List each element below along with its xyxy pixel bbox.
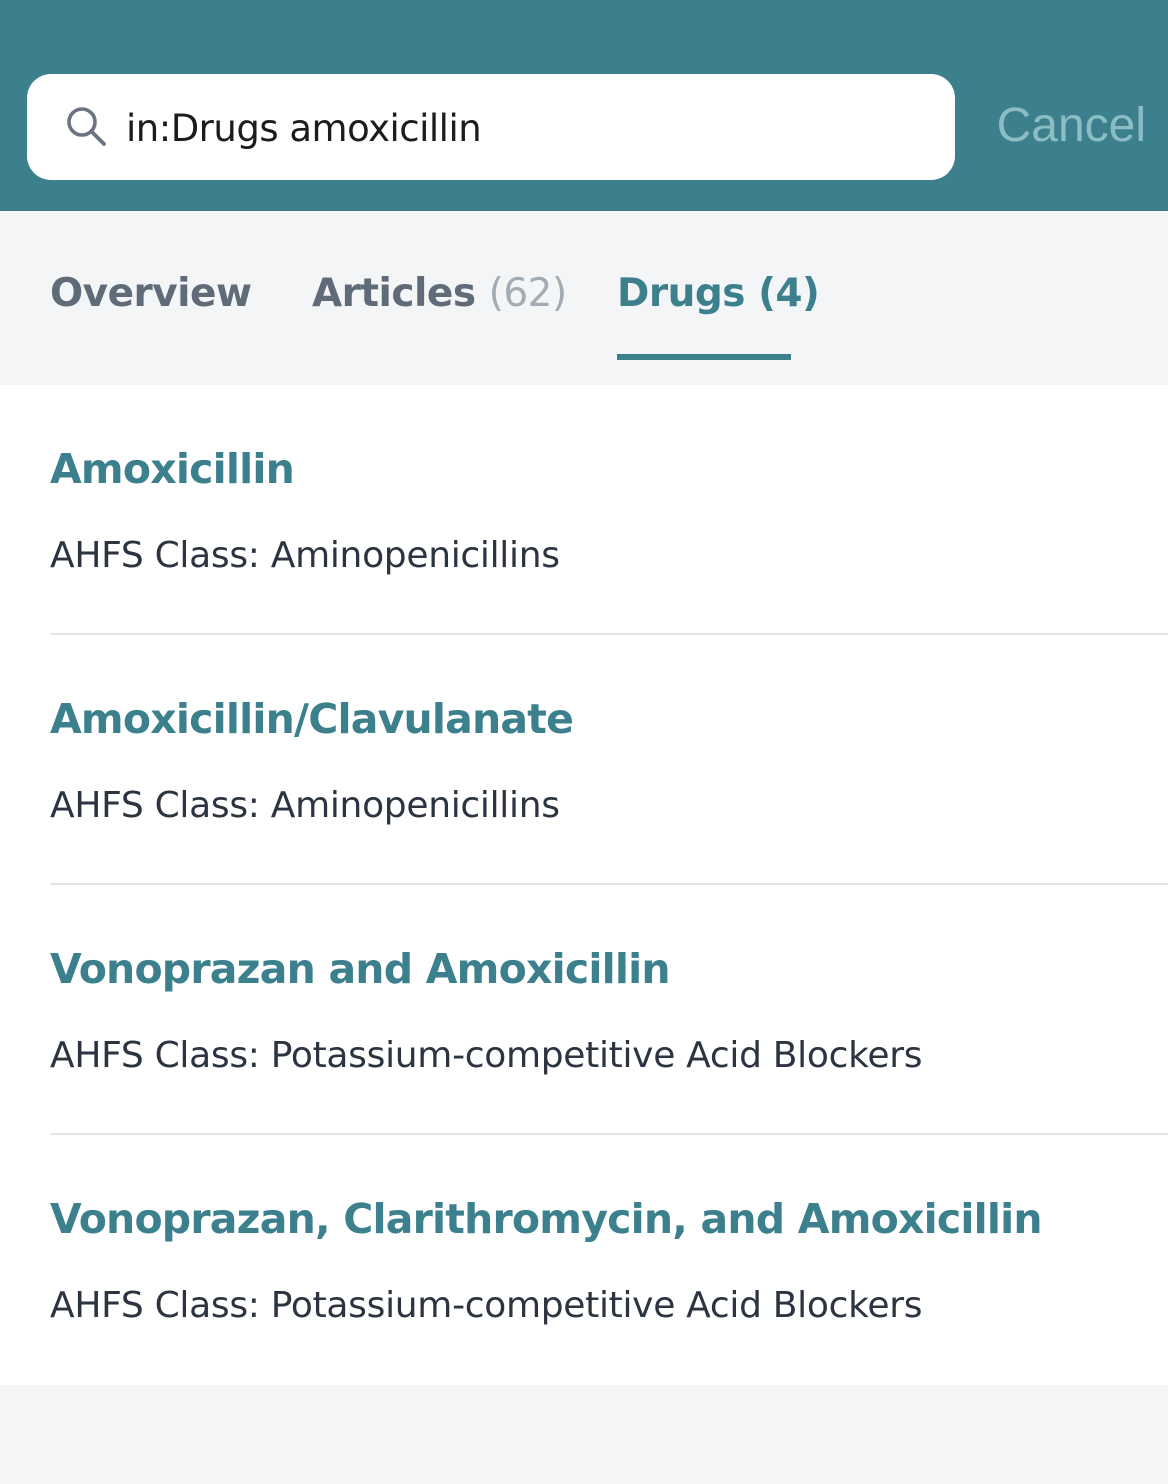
results-list: Amoxicillin AHFS Class: Aminopenicillins…: [0, 385, 1168, 1385]
cancel-button[interactable]: Cancel: [997, 94, 1146, 158]
list-item[interactable]: Vonoprazan, Clarithromycin, and Amoxicil…: [0, 1135, 1168, 1385]
tab-overview-label: Overview: [50, 271, 252, 316]
tab-drugs[interactable]: Drugs (4): [617, 266, 820, 322]
list-item[interactable]: Amoxicillin AHFS Class: Aminopenicillins: [0, 385, 1168, 635]
tab-articles-count: (62): [488, 271, 568, 316]
drug-title[interactable]: Vonoprazan and Amoxicillin: [50, 945, 671, 993]
drug-class: AHFS Class: Potassium-competitive Acid B…: [50, 1035, 923, 1076]
tab-drugs-count: (4): [758, 271, 820, 316]
drug-class: AHFS Class: Aminopenicillins: [50, 785, 560, 826]
search-icon: [67, 107, 106, 146]
drug-class: AHFS Class: Potassium-competitive Acid B…: [50, 1285, 923, 1326]
search-input[interactable]: [126, 98, 926, 158]
tab-drugs-label: Drugs: [617, 271, 746, 316]
drug-title[interactable]: Amoxicillin: [50, 445, 295, 493]
drug-class: AHFS Class: Aminopenicillins: [50, 535, 560, 576]
list-item[interactable]: Amoxicillin/Clavulanate AHFS Class: Amin…: [0, 635, 1168, 885]
tab-articles[interactable]: Articles (62): [312, 266, 567, 322]
list-item[interactable]: Vonoprazan and Amoxicillin AHFS Class: P…: [0, 885, 1168, 1135]
drug-title[interactable]: Vonoprazan, Clarithromycin, and Amoxicil…: [50, 1195, 1043, 1243]
tab-overview[interactable]: Overview: [50, 266, 252, 322]
tab-articles-label: Articles: [312, 271, 476, 316]
drug-title[interactable]: Amoxicillin/Clavulanate: [50, 695, 574, 743]
active-tab-indicator: [617, 354, 791, 360]
